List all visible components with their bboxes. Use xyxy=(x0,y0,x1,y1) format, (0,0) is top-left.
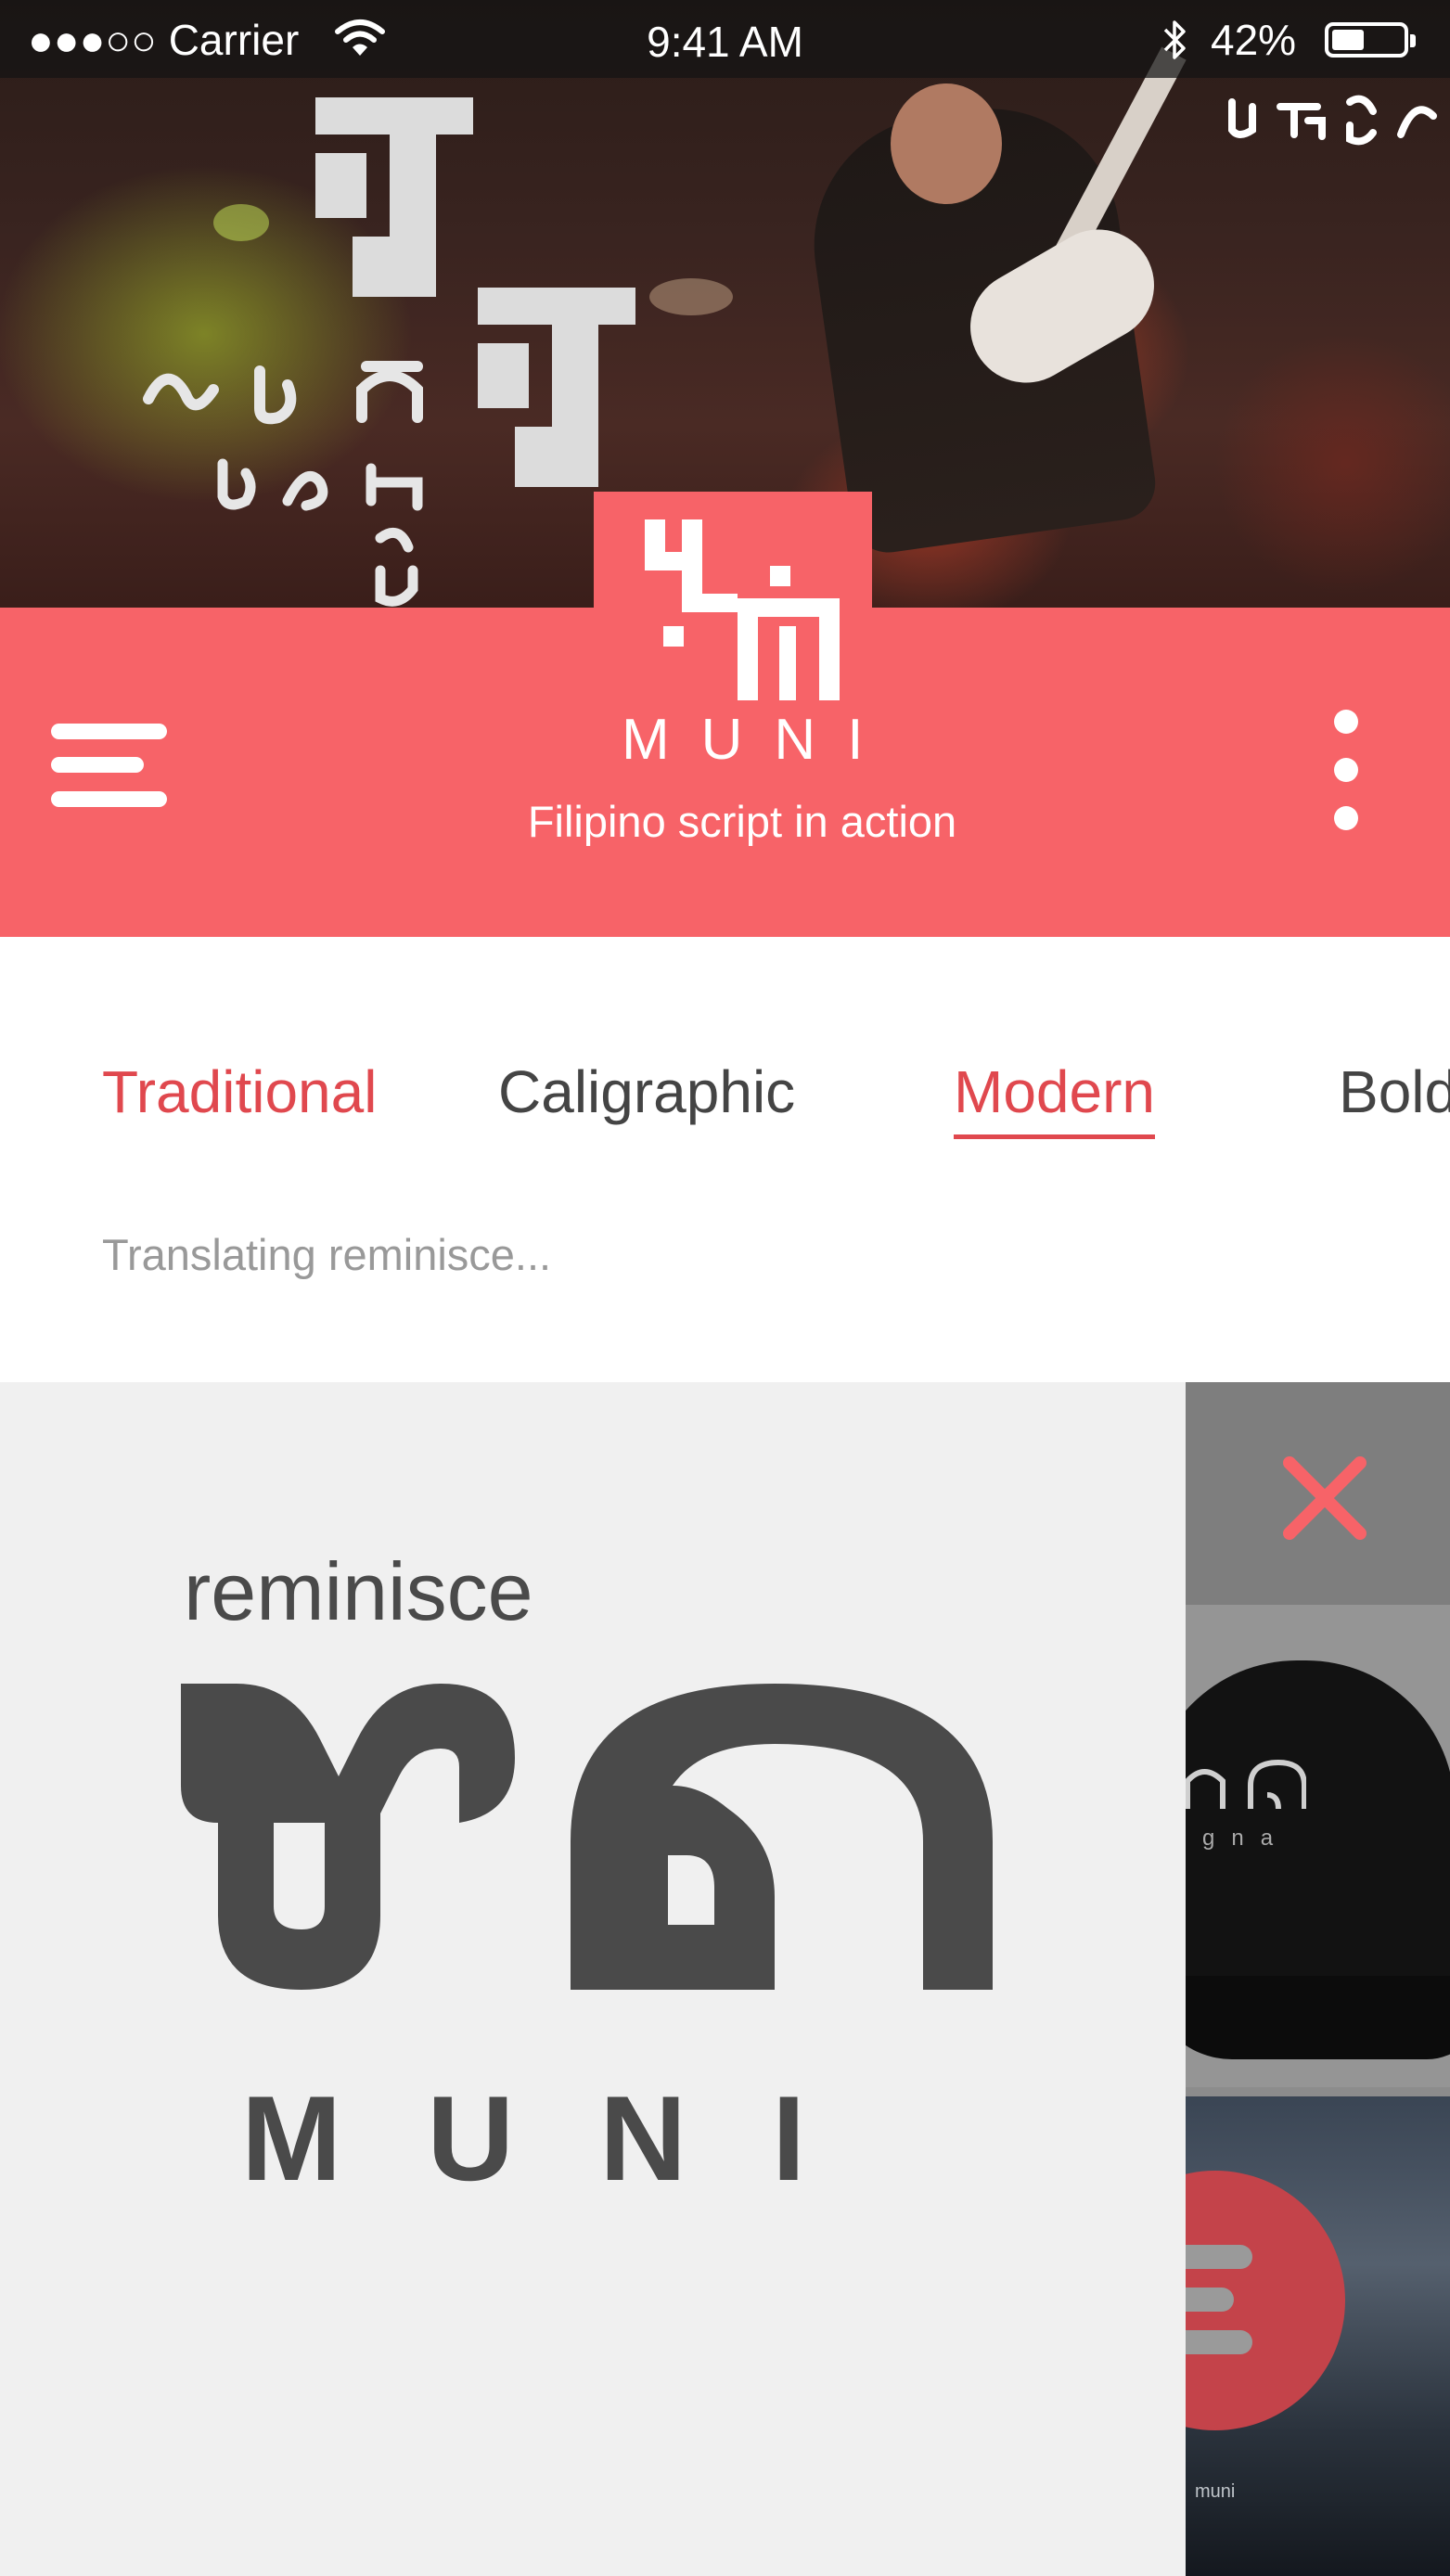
result-logo-word: MUNI xyxy=(241,2070,892,2206)
cap-brim xyxy=(1186,1976,1450,2059)
script-style-tabs xyxy=(0,937,1450,1382)
status-bar: ●●●○○ Carrier 9:41 AM 42% xyxy=(0,0,1450,78)
guitarist-head xyxy=(891,83,1002,204)
more-vertical-icon[interactable] xyxy=(1327,710,1364,835)
card-edge xyxy=(1085,2171,1186,2430)
tab-traditional[interactable]: Traditional xyxy=(102,1057,377,1126)
baybayin-result-glyph xyxy=(181,1684,993,1990)
result-word: reminisce xyxy=(184,1545,533,1637)
close-icon[interactable] xyxy=(1278,1452,1371,1544)
stage-light xyxy=(649,278,733,315)
baybayin-text-row xyxy=(217,458,423,511)
tab-caligraphic[interactable]: Caligraphic xyxy=(498,1057,795,1126)
muni-logo-icon xyxy=(645,519,840,700)
baybayin-glyph-large xyxy=(478,288,635,487)
poster-text: muni xyxy=(1195,2481,1236,2502)
battery-icon xyxy=(1325,22,1416,58)
tab-bold[interactable]: Bold xyxy=(1339,1057,1450,1126)
cap-baybayin-icon xyxy=(1186,1759,1306,1810)
hamburger-menu-icon[interactable] xyxy=(51,724,167,807)
header-logo-word: MUNI xyxy=(622,708,895,772)
baybayin-text-row xyxy=(1228,95,1437,146)
tab-modern[interactable]: Modern xyxy=(954,1057,1155,1139)
baybayin-glyph-large xyxy=(315,97,473,297)
translation-status: Translating reminisce... xyxy=(102,1230,552,1279)
baybayin-text-row xyxy=(375,527,418,607)
cap-text: gna xyxy=(1202,1826,1290,1851)
stage-light xyxy=(213,204,269,241)
battery-percentage: 42% xyxy=(1211,16,1297,64)
bluetooth-icon xyxy=(1163,20,1186,59)
baybayin-text-row xyxy=(143,361,423,425)
header-tagline: Filipino script in action xyxy=(527,797,957,846)
